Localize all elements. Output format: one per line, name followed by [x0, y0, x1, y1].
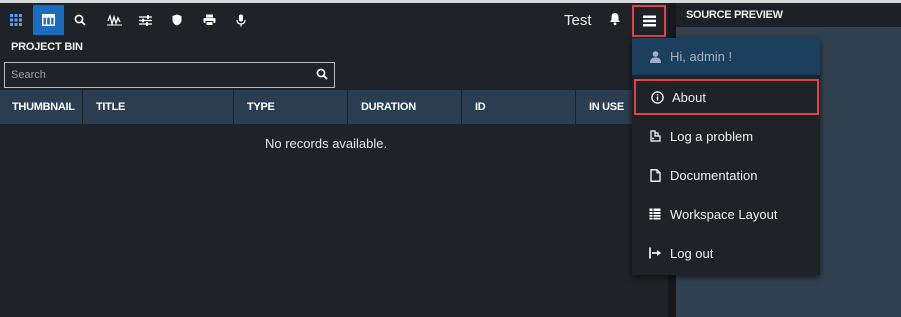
search-input[interactable] [5, 63, 305, 87]
bell-icon[interactable] [608, 12, 624, 28]
column-header-in-use[interactable]: IN USE [589, 101, 624, 113]
workspace-title: Test [564, 12, 592, 29]
menu-item-documentation[interactable]: Documentation [632, 157, 820, 193]
menu-item-label: Workspace Layout [670, 206, 778, 222]
panel-icon[interactable] [33, 5, 64, 35]
bug-icon [648, 129, 662, 143]
microphone-icon[interactable] [227, 5, 255, 35]
column-header-duration[interactable]: DURATION [361, 101, 416, 113]
sliders-icon[interactable] [131, 5, 159, 35]
menu-item-about[interactable]: About [634, 79, 819, 115]
column-divider [575, 90, 576, 124]
menu-item-label: Documentation [670, 167, 758, 183]
search-box [4, 62, 335, 88]
shield-icon[interactable] [163, 5, 191, 35]
empty-message: No records available. [265, 136, 388, 151]
info-icon [650, 90, 664, 104]
main-panel: Test PROJECT BIN THUMBNAIL T [0, 3, 668, 317]
table-header: THUMBNAIL TITLE TYPE DURATION ID IN USE [0, 90, 668, 124]
layout-icon [648, 207, 662, 221]
column-header-title[interactable]: TITLE [96, 101, 125, 113]
menu-item-label: Log out [670, 245, 714, 261]
preview-header: SOURCE PREVIEW [676, 3, 901, 27]
menu-item-label: Log a problem [670, 128, 754, 144]
document-icon [648, 168, 662, 182]
search-icon[interactable] [316, 67, 328, 85]
column-header-id[interactable]: ID [475, 101, 486, 113]
toolbar: Test [0, 3, 668, 37]
project-bin-title: PROJECT BIN [11, 41, 83, 53]
menu-greeting: Hi, admin ! [632, 38, 820, 75]
grid-icon[interactable] [2, 5, 30, 35]
preview-title: SOURCE PREVIEW [686, 9, 783, 21]
column-header-type[interactable]: TYPE [247, 101, 275, 113]
main-menu-dropdown: Hi, admin ! About Log a problem Document… [632, 38, 820, 275]
main-menu-button[interactable] [632, 5, 666, 37]
menu-item-log-a-problem[interactable]: Log a problem [632, 118, 820, 154]
waveform-icon[interactable] [100, 5, 128, 35]
hamburger-icon [642, 15, 656, 27]
greeting-text: Hi, admin ! [670, 49, 733, 64]
column-header-thumbnail[interactable]: THUMBNAIL [12, 101, 75, 113]
menu-item-label: About [672, 89, 706, 105]
logout-icon [648, 246, 662, 260]
menu-item-log-out[interactable]: Log out [632, 235, 820, 271]
search-icon[interactable] [66, 5, 94, 35]
column-divider [233, 90, 234, 124]
menu-item-workspace-layout[interactable]: Workspace Layout [632, 196, 820, 232]
printer-icon[interactable] [195, 5, 223, 35]
column-divider [347, 90, 348, 124]
column-divider [82, 90, 83, 124]
column-divider [461, 90, 462, 124]
user-icon [648, 50, 662, 64]
